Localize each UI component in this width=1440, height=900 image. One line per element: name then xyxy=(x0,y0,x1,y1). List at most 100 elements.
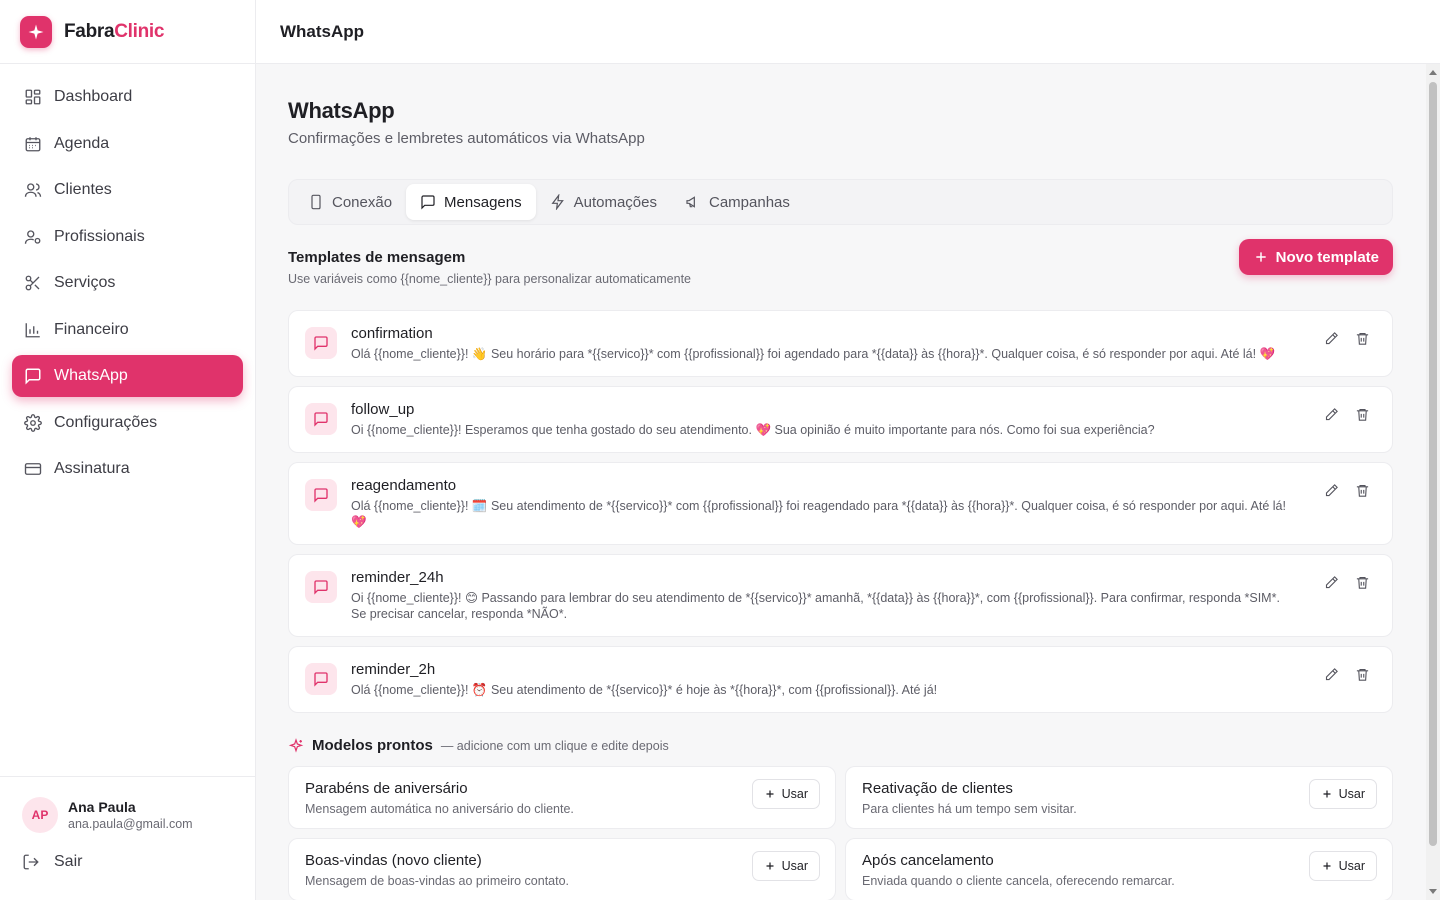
phone-icon xyxy=(308,194,324,210)
plus-icon xyxy=(764,860,776,872)
template-card[interactable]: follow_up Oi {{nome_cliente}}! Esperamos… xyxy=(288,386,1393,453)
model-card: Após cancelamento Enviada quando o clien… xyxy=(845,838,1393,900)
tab-bar: Conexão Mensagens Automações Campanhas xyxy=(288,179,1393,225)
model-title: Boas-vindas (novo cliente) xyxy=(305,852,482,869)
use-label: Usar xyxy=(781,859,808,873)
template-name: reminder_2h xyxy=(351,661,436,678)
sparkles-icon xyxy=(288,737,304,754)
trash-icon[interactable] xyxy=(1355,575,1370,590)
template-card[interactable]: confirmation Olá {{nome_cliente}}! 👋 Seu… xyxy=(288,310,1393,377)
sidebar-item-profissionais[interactable]: Profissionais xyxy=(12,216,243,258)
tab-label: Campanhas xyxy=(709,193,790,211)
sidebar-nav: Dashboard Agenda Clientes Profissionais … xyxy=(0,64,255,507)
sidebar-item-financeiro[interactable]: Financeiro xyxy=(12,309,243,351)
logout-button[interactable]: Sair xyxy=(22,853,233,871)
sidebar-item-clientes[interactable]: Clientes xyxy=(12,169,243,211)
tab-label: Mensagens xyxy=(444,193,522,211)
tab-campanhas[interactable]: Campanhas xyxy=(671,184,804,220)
sidebar-item-label: WhatsApp xyxy=(54,367,128,384)
scroll-down-arrow-icon[interactable] xyxy=(1429,889,1437,894)
use-button[interactable]: Usar xyxy=(1308,779,1377,809)
tab-label: Automações xyxy=(573,193,657,211)
sidebar-item-whatsapp[interactable]: WhatsApp xyxy=(12,355,243,397)
user-cog-icon xyxy=(24,228,42,246)
model-card: Reativação de clientes Para clientes há … xyxy=(845,766,1393,829)
logout-label: Sair xyxy=(54,853,83,870)
use-button[interactable]: Usar xyxy=(751,851,820,881)
message-icon xyxy=(305,571,337,603)
templates-list: confirmation Olá {{nome_cliente}}! 👋 Seu… xyxy=(288,310,1393,713)
page-title: WhatsApp xyxy=(288,98,395,123)
bar-chart-icon xyxy=(24,321,42,339)
scroll-up-arrow-icon[interactable] xyxy=(1429,70,1437,75)
topbar: WhatsApp xyxy=(256,0,1440,64)
template-card[interactable]: reagendamento Olá {{nome_cliente}}! 🗓️ S… xyxy=(288,462,1393,545)
tab-automacoes[interactable]: Automações xyxy=(536,184,671,220)
sidebar-item-label: Configurações xyxy=(54,413,158,431)
trash-icon[interactable] xyxy=(1355,331,1370,346)
template-name: follow_up xyxy=(351,401,415,418)
tab-mensagens[interactable]: Mensagens xyxy=(406,184,536,220)
sidebar-item-label: Clientes xyxy=(54,181,112,198)
calendar-icon xyxy=(24,135,42,153)
sidebar-item-label: Profissionais xyxy=(54,227,145,245)
sidebar-item-agenda[interactable]: Agenda xyxy=(12,123,243,165)
model-desc: Mensagem de boas-vindas ao primeiro cont… xyxy=(305,874,570,888)
trash-icon[interactable] xyxy=(1355,407,1370,422)
models-grid: Parabéns de aniversário Mensagem automát… xyxy=(288,766,1393,900)
user-profile[interactable]: AP Ana Paula ana.paula@gmail.com xyxy=(22,797,233,833)
trash-icon[interactable] xyxy=(1355,667,1370,682)
template-text: Olá {{nome_cliente}}! 👋 Seu horário para… xyxy=(351,347,1276,361)
use-label: Usar xyxy=(1338,859,1365,873)
user-email: ana.paula@gmail.com xyxy=(68,817,193,831)
message-icon xyxy=(420,194,436,210)
edit-icon[interactable] xyxy=(1324,331,1339,346)
edit-icon[interactable] xyxy=(1324,407,1339,422)
edit-icon[interactable] xyxy=(1324,575,1339,590)
new-template-button[interactable]: Novo template xyxy=(1238,239,1393,275)
tab-label: Conexão xyxy=(332,193,393,211)
message-icon xyxy=(305,663,337,695)
logout-icon xyxy=(22,853,40,871)
template-text: Olá {{nome_cliente}}! 🗓️ Seu atendimento… xyxy=(351,499,1286,529)
model-title: Após cancelamento xyxy=(862,852,994,869)
model-desc: Mensagem automática no aniversário do cl… xyxy=(305,802,574,816)
models-note: — adicione com um clique e edite depois xyxy=(440,738,669,753)
scroll-thumb[interactable] xyxy=(1429,82,1437,846)
template-card[interactable]: reminder_24h Oi {{nome_cliente}}! 😊 Pass… xyxy=(288,554,1393,637)
templates-subtitle: Use variáveis como {{nome_cliente}} para… xyxy=(288,272,692,286)
sidebar-item-servicos[interactable]: Serviços xyxy=(12,262,243,304)
logo-icon xyxy=(20,15,52,48)
sidebar-item-label: Serviços xyxy=(54,274,116,291)
edit-icon[interactable] xyxy=(1324,667,1339,682)
page-subtitle: Confirmações e lembretes automáticos via… xyxy=(288,130,645,147)
use-label: Usar xyxy=(781,787,808,801)
trash-icon[interactable] xyxy=(1355,483,1370,498)
model-title: Reativação de clientes xyxy=(862,780,1013,797)
sidebar-item-dashboard[interactable]: Dashboard xyxy=(12,76,243,118)
template-card[interactable]: reminder_2h Olá {{nome_cliente}}! ⏰ Seu … xyxy=(288,646,1393,713)
brand[interactable]: FabraClinic xyxy=(0,0,255,64)
credit-card-icon xyxy=(24,460,42,478)
templates-header: Templates de mensagem Use variáveis como… xyxy=(288,239,1393,286)
sidebar-footer: AP Ana Paula ana.paula@gmail.com Sair xyxy=(0,776,255,900)
topbar-title: WhatsApp xyxy=(280,21,365,41)
sidebar-item-configuracoes[interactable]: Configurações xyxy=(12,402,243,444)
megaphone-icon xyxy=(685,194,701,210)
models-header: Modelos prontos — adicione com um clique… xyxy=(288,737,1394,754)
sidebar-item-label: Agenda xyxy=(54,134,110,152)
message-icon xyxy=(24,367,42,385)
plus-icon xyxy=(1321,788,1333,800)
message-icon xyxy=(305,479,337,511)
new-template-label: Novo template xyxy=(1275,248,1379,266)
message-icon xyxy=(305,403,337,435)
model-card: Parabéns de aniversário Mensagem automát… xyxy=(288,766,836,829)
users-icon xyxy=(24,181,42,199)
use-button[interactable]: Usar xyxy=(1308,851,1377,881)
scrollbar[interactable] xyxy=(1426,64,1440,900)
sidebar-item-assinatura[interactable]: Assinatura xyxy=(12,448,243,490)
edit-icon[interactable] xyxy=(1324,483,1339,498)
use-button[interactable]: Usar xyxy=(751,779,820,809)
message-icon xyxy=(305,327,337,359)
tab-conexao[interactable]: Conexão xyxy=(294,184,406,220)
